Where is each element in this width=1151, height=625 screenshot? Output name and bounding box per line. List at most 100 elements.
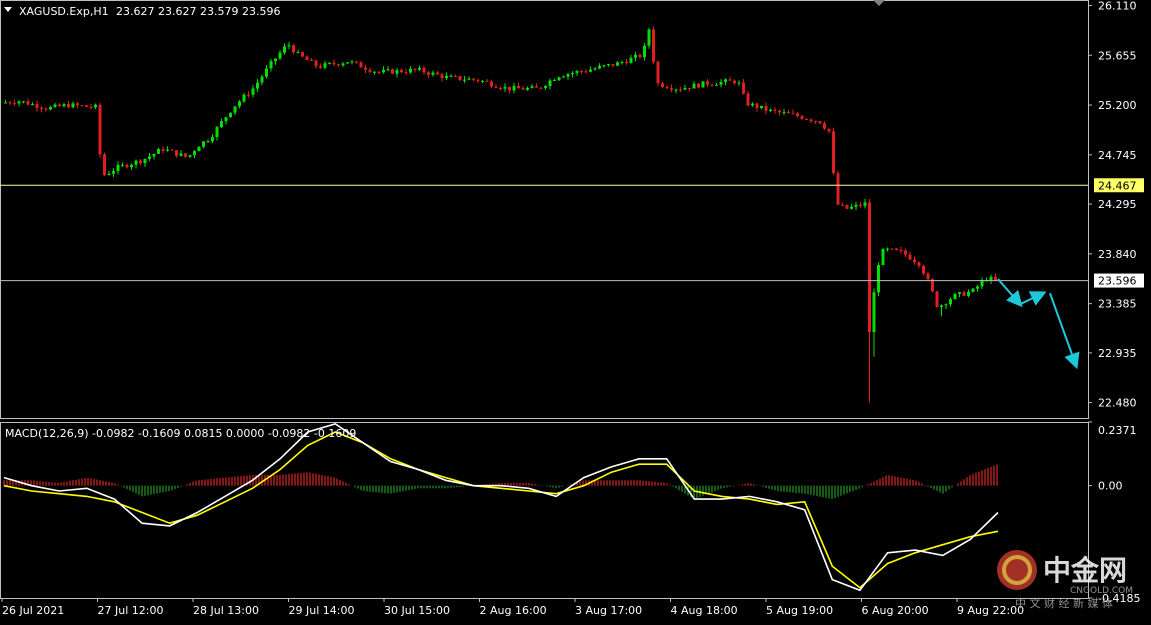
- candle-body: [404, 72, 408, 74]
- candle-body: [431, 72, 435, 75]
- price-tick-label: 25.655: [1098, 49, 1137, 62]
- candle-body: [26, 101, 30, 105]
- candle-body: [800, 116, 804, 119]
- candle-body: [44, 108, 48, 110]
- candle-body: [260, 76, 264, 83]
- scroll-marker-icon[interactable]: [873, 0, 885, 6]
- candle-body: [643, 45, 646, 58]
- candle-body: [211, 137, 214, 142]
- candle-body: [917, 262, 921, 266]
- candle-body: [809, 119, 813, 122]
- candle-body: [616, 62, 619, 66]
- candle-body: [202, 141, 205, 147]
- candle-body: [760, 105, 763, 109]
- candle-body: [454, 75, 457, 77]
- candle-body: [935, 291, 939, 308]
- candle-body: [359, 62, 363, 68]
- candle-body: [706, 81, 709, 85]
- chart-menu-triangle-icon[interactable]: [4, 7, 12, 12]
- candle-body: [328, 62, 331, 64]
- candle-body: [899, 250, 903, 252]
- candle-body: [872, 292, 876, 333]
- candle-body: [904, 250, 907, 255]
- candle-body: [206, 141, 210, 143]
- candle-body: [139, 160, 142, 164]
- candle-body: [265, 68, 268, 77]
- time-tick-label: 29 Jul 14:00: [289, 604, 355, 617]
- candle-body: [238, 101, 241, 107]
- chart-canvas: 26.110 25.655 25.200 24.745 24.295 23.840 23.3…: [0, 0, 1144, 617]
- price-panel-border: [0, 0, 1089, 419]
- candle-body: [413, 68, 417, 70]
- candle-body: [575, 71, 579, 74]
- candle-body: [467, 78, 471, 80]
- candle-body: [553, 79, 556, 81]
- candle-body: [35, 104, 39, 109]
- price-tick-label: 25.200: [1098, 99, 1137, 112]
- candle-body: [368, 69, 372, 72]
- candle-body: [355, 61, 358, 63]
- candle-body: [980, 280, 984, 287]
- candle-body: [449, 75, 453, 77]
- candle-body: [881, 249, 885, 265]
- candle-body: [197, 146, 201, 152]
- candle-body: [170, 149, 174, 151]
- time-axis-group: 26 Jul 2021 27 Jul 12:00 28 Jul 13:00 29 Ju…: [1, 598, 1024, 617]
- candle-body: [557, 77, 561, 80]
- price-tick-label: 24.745: [1098, 149, 1137, 162]
- candle-body: [814, 121, 817, 123]
- macd-signal-line: [3, 431, 999, 589]
- candle-body: [670, 88, 673, 90]
- candle-body: [80, 105, 84, 107]
- candle-body: [805, 118, 808, 120]
- candle-body: [634, 54, 637, 58]
- candle-body: [571, 73, 574, 75]
- candle-body: [958, 292, 961, 294]
- ohlc-readout: 23.627 23.627 23.579 23.596: [116, 5, 280, 18]
- candle-body: [562, 76, 565, 78]
- candle-body: [962, 292, 966, 296]
- candle-body: [121, 164, 124, 166]
- candle-body: [157, 149, 160, 154]
- candle-body: [755, 103, 759, 109]
- candle-body: [692, 83, 696, 89]
- candle-body: [949, 299, 952, 305]
- time-tick-label: 28 Jul 13:00: [193, 604, 259, 617]
- candle-body: [611, 64, 615, 66]
- candle-body: [107, 173, 111, 176]
- candle-body: [76, 103, 79, 106]
- candle-body: [472, 78, 475, 80]
- candle-body: [598, 65, 601, 69]
- watermark-logo: 中金网 CNGOLD.COM 中 文 财 经 新 媒 体: [997, 550, 1133, 610]
- candle-body: [728, 79, 732, 81]
- candle-body: [166, 149, 169, 151]
- candle-body: [215, 127, 219, 138]
- candle-body: [701, 81, 705, 88]
- time-tick-label: 26 Jul 2021: [2, 604, 64, 617]
- candle-body: [710, 84, 714, 86]
- candle-body: [908, 254, 912, 260]
- candle-body: [436, 72, 439, 75]
- candle-body: [143, 158, 147, 164]
- candle-body: [512, 85, 516, 91]
- candle-body: [584, 71, 588, 73]
- candle-body: [485, 80, 489, 82]
- candle-body: [989, 276, 993, 281]
- price-axis-group: 26.110 25.655 25.200 24.745 24.295 23.840 23.3…: [0, 0, 1137, 599]
- candle-body: [332, 62, 336, 65]
- time-tick-label: 3 Aug 17:00: [575, 604, 642, 617]
- candle-body: [836, 173, 840, 205]
- candle-body: [913, 259, 916, 263]
- candle-body: [665, 87, 669, 89]
- macd-panel-border: [0, 422, 1089, 599]
- candle-body: [791, 113, 795, 115]
- macd-tick-label: 0.00: [1098, 480, 1123, 493]
- candle-body: [94, 104, 97, 108]
- candle-body: [229, 112, 232, 118]
- candle-body: [539, 87, 543, 89]
- candle-body: [458, 76, 462, 80]
- time-tick-label: 27 Jul 12:00: [98, 604, 164, 617]
- candle-body: [580, 71, 583, 73]
- candle-body: [845, 204, 849, 209]
- candle-body: [274, 58, 277, 62]
